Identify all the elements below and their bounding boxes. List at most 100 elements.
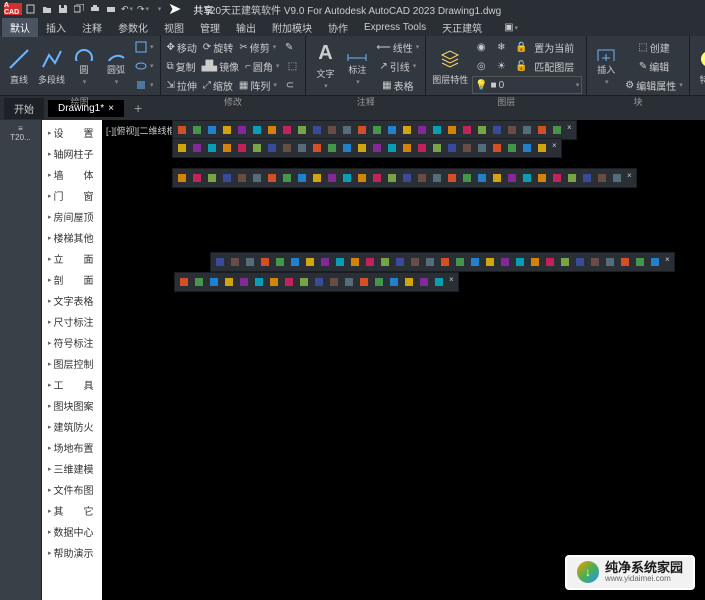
array-button[interactable]: ▦ 阵列▾ [237,76,279,94]
edit-button[interactable]: ✎ 编辑 [623,57,684,75]
toolbar-4-btn-17[interactable] [432,275,446,289]
toolbar-0-btn-2[interactable] [205,123,219,137]
toolbar-1-btn-21[interactable] [490,141,504,155]
qat-more[interactable]: ▾ [152,2,166,16]
nav-strip[interactable]: ≡T20... [0,120,42,600]
toolbar-2-btn-13[interactable] [370,171,384,185]
toolbar-0-btn-20[interactable] [475,123,489,137]
toolbar-1-btn-19[interactable] [460,141,474,155]
drawing-canvas[interactable]: [-][俯视][二维线框] ××××× [102,120,705,600]
layer-b3[interactable]: 🔒 [512,38,530,56]
toolbar-1-btn-24[interactable] [535,141,549,155]
toolbar-2-btn-21[interactable] [490,171,504,185]
toolbar-4-btn-15[interactable] [402,275,416,289]
toolbar-1-btn-3[interactable] [220,141,234,155]
palette-data[interactable]: 数据中心 [42,521,102,542]
toolbar-3-btn-19[interactable] [498,255,512,269]
palette-text[interactable]: 文字表格 [42,290,102,311]
toolbar-4-btn-7[interactable] [282,275,296,289]
toolbar-3-btn-10[interactable] [363,255,377,269]
mirror-button[interactable]: ▟▙ 镜像 [200,57,241,75]
toolbar-4-btn-10[interactable] [327,275,341,289]
mod-e1[interactable]: ✎ [280,38,298,56]
menu-collab[interactable]: 协作 [320,18,356,37]
toolbar-2-btn-1[interactable] [190,171,204,185]
toolbar-3-btn-25[interactable] [588,255,602,269]
qat-new[interactable] [24,2,38,16]
toolbar-0-btn-12[interactable] [355,123,369,137]
toolbar-0-btn-13[interactable] [370,123,384,137]
toolbar-0-btn-21[interactable] [490,123,504,137]
menu-express[interactable]: Express Tools [356,20,434,35]
toolbar-0-btn-6[interactable] [265,123,279,137]
toolbar-1-btn-4[interactable] [235,141,249,155]
toolbar-3-btn-18[interactable] [483,255,497,269]
palette-block[interactable]: 图块图案 [42,395,102,416]
toolbar-3-btn-17[interactable] [468,255,482,269]
palette-section[interactable]: 剖 面 [42,269,102,290]
toolbar-4-btn-5[interactable] [252,275,266,289]
toolbar-1-btn-7[interactable] [280,141,294,155]
toolbar-3-btn-6[interactable] [303,255,317,269]
toolbar-2-btn-5[interactable] [250,171,264,185]
menu-addins[interactable]: 附加模块 [264,18,320,37]
palette-door[interactable]: 门 窗 [42,185,102,206]
toolbar-4-close[interactable]: × [447,275,456,289]
toolbar-1-btn-11[interactable] [340,141,354,155]
toolbar-1-btn-2[interactable] [205,141,219,155]
toolbar-3-btn-7[interactable] [318,255,332,269]
toolbar-2-btn-4[interactable] [235,171,249,185]
toolbar-4-btn-8[interactable] [297,275,311,289]
qat-redo[interactable]: ↷▾ [136,2,150,16]
toolbar-3-btn-2[interactable] [243,255,257,269]
floating-toolbar-4[interactable]: × [174,272,459,292]
toolbar-1-btn-18[interactable] [445,141,459,155]
toolbar-3-btn-26[interactable] [603,255,617,269]
mod-e3[interactable]: ⊂ [281,76,299,94]
toolbar-1-btn-1[interactable] [190,141,204,155]
menu-parametric[interactable]: 参数化 [110,18,156,37]
toolbar-2-btn-28[interactable] [595,171,609,185]
table-button[interactable]: ▦ 表格 [374,76,421,94]
toolbar-2-btn-17[interactable] [430,171,444,185]
menu-view[interactable]: 视图 [156,18,192,37]
floating-toolbar-2[interactable]: × [172,168,637,188]
palette-symbol[interactable]: 符号标注 [42,332,102,353]
toolbar-0-btn-7[interactable] [280,123,294,137]
toolbar-3-btn-8[interactable] [333,255,347,269]
toolbar-4-btn-4[interactable] [237,275,251,289]
toolbar-0-btn-0[interactable] [175,123,189,137]
toolbar-3-btn-3[interactable] [258,255,272,269]
toolbar-2-close[interactable]: × [625,171,634,185]
toolbar-4-btn-1[interactable] [192,275,206,289]
toolbar-2-btn-26[interactable] [565,171,579,185]
qat-saveall[interactable] [72,2,86,16]
toolbar-3-btn-9[interactable] [348,255,362,269]
draw-misc-1[interactable]: ▾ [133,38,156,56]
toolbar-1-btn-9[interactable] [310,141,324,155]
qat-plot[interactable] [88,2,102,16]
toolbar-3-btn-29[interactable] [648,255,662,269]
palette-help[interactable]: 帮助演示 [42,542,102,563]
toolbar-0-btn-10[interactable] [325,123,339,137]
palette-fire[interactable]: 建筑防火 [42,416,102,437]
toolbar-2-btn-15[interactable] [400,171,414,185]
move-button[interactable]: ✥ 移动 [165,38,199,56]
insert-button[interactable]: 插入▾ [591,46,621,86]
toolbar-4-btn-3[interactable] [222,275,236,289]
toolbar-4-btn-2[interactable] [207,275,221,289]
toolbar-0-btn-14[interactable] [385,123,399,137]
toolbar-4-btn-13[interactable] [372,275,386,289]
toolbar-1-btn-5[interactable] [250,141,264,155]
palette-settings[interactable]: 设 置 [42,122,102,143]
toolbar-3-close[interactable]: × [663,255,672,269]
toolbar-3-btn-5[interactable] [288,255,302,269]
palette-stair[interactable]: 楼梯其他 [42,227,102,248]
menu-tangent[interactable]: 天正建筑 [434,18,490,37]
toolbar-0-btn-3[interactable] [220,123,234,137]
menu-insert[interactable]: 插入 [38,18,74,37]
toolbar-1-close[interactable]: × [550,141,559,155]
toolbar-3-btn-23[interactable] [558,255,572,269]
toolbar-2-btn-11[interactable] [340,171,354,185]
toolbar-1-btn-23[interactable] [520,141,534,155]
